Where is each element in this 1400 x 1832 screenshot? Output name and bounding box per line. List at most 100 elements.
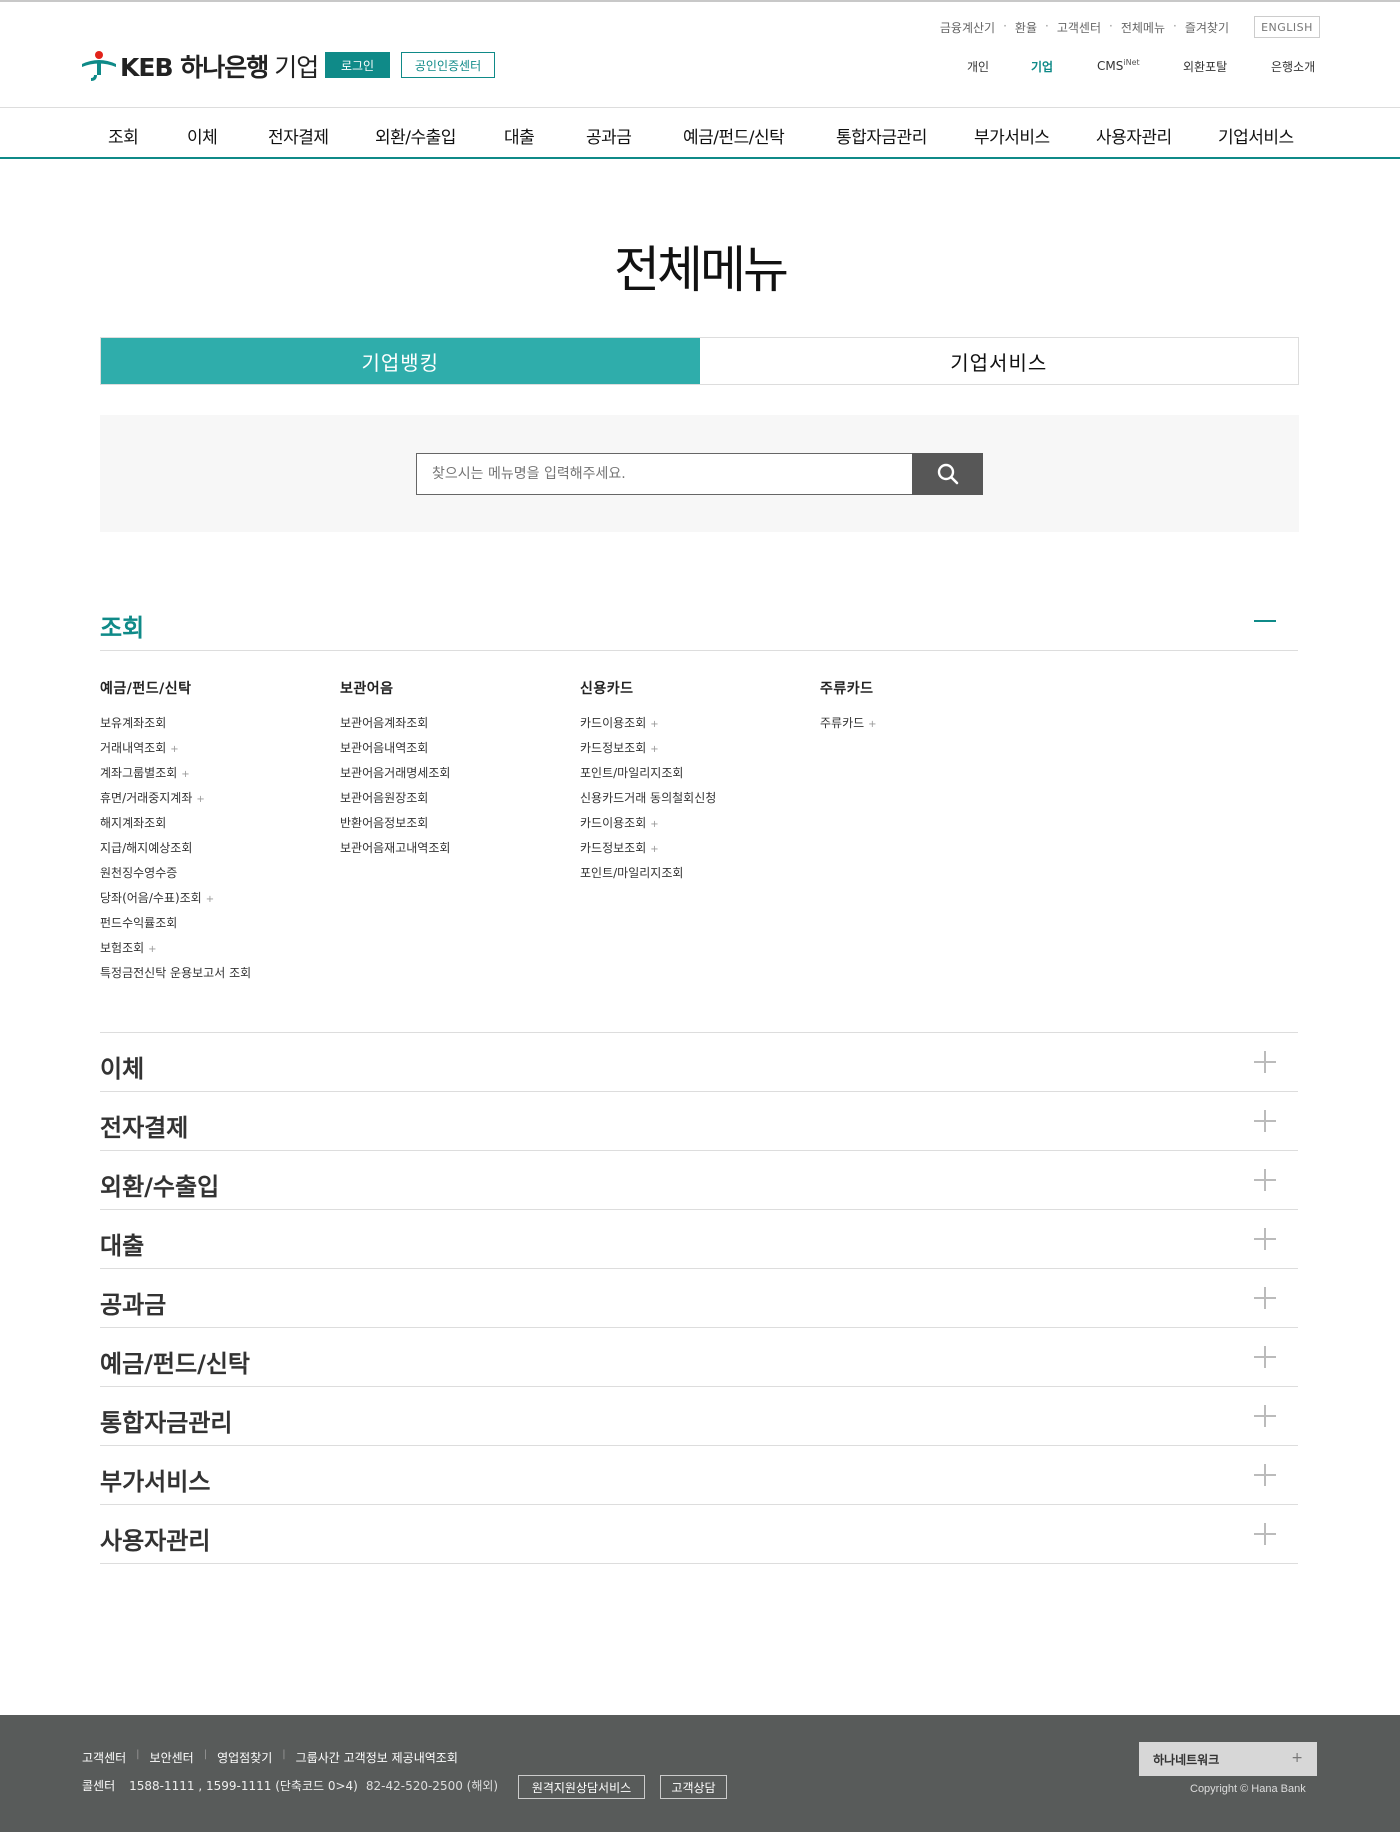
english-button[interactable]: ENGLISH: [1254, 16, 1320, 38]
util-link-all-menu[interactable]: 전체메뉴: [1113, 19, 1173, 36]
segment-cms[interactable]: CMSiNet: [1097, 58, 1140, 73]
section-header-fx-trade[interactable]: 외환/수출입: [100, 1151, 1298, 1210]
expand-icon[interactable]: [1254, 1169, 1276, 1191]
list-item[interactable]: 포인트/마일리지조회: [580, 764, 820, 789]
expand-plus-icon[interactable]: +: [196, 794, 204, 805]
expand-plus-icon[interactable]: +: [170, 744, 178, 755]
tab-corporate-banking[interactable]: 기업뱅킹: [101, 338, 700, 384]
list-item[interactable]: 펀드수익률조회: [100, 914, 340, 939]
section-header-loan[interactable]: 대출: [100, 1210, 1298, 1269]
list-item[interactable]: 카드이용조회 +: [580, 814, 820, 839]
nav-item-deposit-fund[interactable]: 예금/펀드/신탁: [683, 123, 785, 148]
list-item[interactable]: 거래내역조회 +: [100, 739, 340, 764]
util-link-favorites[interactable]: 즐겨찾기: [1177, 19, 1237, 36]
list-item[interactable]: 지급/해지예상조회: [100, 839, 340, 864]
list-item[interactable]: 보유계좌조회: [100, 714, 340, 739]
menu-column-credit-card: 신용카드 카드이용조회 + 카드정보조회 + 포인트/마일리지조회 신용카드거래 동…: [580, 678, 820, 889]
nav-item-fx-trade[interactable]: 외환/수출입: [375, 123, 456, 148]
segment-bank-intro[interactable]: 은행소개: [1271, 58, 1315, 75]
expand-icon[interactable]: [1254, 1346, 1276, 1368]
list-item[interactable]: 카드이용조회 +: [580, 714, 820, 739]
util-link-exchange[interactable]: 환율: [1007, 19, 1045, 36]
section-header-transfer[interactable]: 이체: [100, 1033, 1298, 1092]
expand-plus-icon[interactable]: +: [650, 819, 658, 830]
list-item[interactable]: 원천징수영수증: [100, 864, 340, 889]
expand-icon[interactable]: [1254, 1287, 1276, 1309]
section-header-inquiry[interactable]: 조회: [100, 592, 1298, 651]
nav-item-extra-services[interactable]: 부가서비스: [974, 123, 1050, 148]
expand-icon[interactable]: [1254, 1464, 1276, 1486]
menu-search-input[interactable]: [416, 453, 913, 495]
list-item[interactable]: 보관어음내역조회: [340, 739, 580, 764]
expand-plus-icon[interactable]: +: [868, 719, 876, 730]
customer-consult-button[interactable]: 고객상담: [660, 1775, 727, 1799]
list-item[interactable]: 카드정보조회 +: [580, 739, 820, 764]
footer-link-customer-center[interactable]: 고객센터: [82, 1749, 126, 1766]
list-item[interactable]: 보관어음거래명세조회: [340, 764, 580, 789]
nav-item-e-payment[interactable]: 전자결제: [268, 123, 329, 148]
expand-plus-icon[interactable]: +: [650, 844, 658, 855]
util-link-calculator[interactable]: 금융계산기: [932, 19, 1003, 36]
family-site-select[interactable]: 하나네트워크 +: [1139, 1742, 1317, 1776]
nav-item-corporate-services[interactable]: 기업서비스: [1218, 123, 1294, 148]
segment-personal[interactable]: 개인: [967, 58, 989, 75]
section-header-deposit-fund[interactable]: 예금/펀드/신탁: [100, 1328, 1298, 1387]
plus-icon: +: [1291, 1750, 1303, 1766]
copyright: Copyright © Hana Bank: [1190, 1783, 1306, 1795]
expand-icon[interactable]: [1254, 1523, 1276, 1545]
expand-plus-icon[interactable]: +: [650, 744, 658, 755]
expand-icon[interactable]: [1254, 1405, 1276, 1427]
list-item[interactable]: 특정금전신탁 운용보고서 조회: [100, 964, 340, 989]
section-header-extra-services[interactable]: 부가서비스: [100, 1446, 1298, 1505]
expand-icon[interactable]: [1254, 1110, 1276, 1132]
column-heading: 예금/펀드/신탁: [100, 681, 192, 697]
section-header-public-fees[interactable]: 공과금: [100, 1269, 1298, 1328]
collapse-icon[interactable]: [1254, 610, 1276, 632]
expand-plus-icon[interactable]: +: [148, 944, 156, 955]
nav-item-user-management[interactable]: 사용자관리: [1096, 123, 1172, 148]
nav-item-inquiry[interactable]: 조회: [108, 123, 139, 148]
nav-item-transfer[interactable]: 이체: [187, 123, 218, 148]
list-item[interactable]: 보관어음재고내역조회: [340, 839, 580, 864]
expand-icon[interactable]: [1254, 1228, 1276, 1250]
list-item[interactable]: 보관어음계좌조회: [340, 714, 580, 739]
expand-plus-icon[interactable]: +: [206, 894, 214, 905]
tab-corporate-services[interactable]: 기업서비스: [699, 338, 1298, 384]
footer-separator: |: [136, 1749, 140, 1760]
list-item[interactable]: 주류카드 +: [820, 714, 1060, 739]
util-link-customer-center[interactable]: 고객센터: [1049, 19, 1109, 36]
utility-links: 금융계산기 · 환율 · 고객센터 · 전체메뉴 · 즐겨찾기: [932, 19, 1237, 36]
list-item[interactable]: 해지계좌조회: [100, 814, 340, 839]
section-title: 대출: [100, 1232, 145, 1260]
section-header-cash-management[interactable]: 통합자금관리: [100, 1387, 1298, 1446]
remote-support-button[interactable]: 원격지원상담서비스: [518, 1775, 645, 1799]
search-button[interactable]: [912, 453, 983, 495]
list-item[interactable]: 신용카드거래 동의철회신청: [580, 789, 820, 814]
expand-plus-icon[interactable]: +: [650, 719, 658, 730]
footer-link-group-info[interactable]: 그룹사간 고객정보 제공내역조회: [296, 1749, 458, 1766]
section-title: 부가서비스: [100, 1468, 211, 1496]
list-item[interactable]: 포인트/마일리지조회: [580, 864, 820, 889]
list-item[interactable]: 보험조회 +: [100, 939, 340, 964]
footer-link-branch-finder[interactable]: 영업점찾기: [217, 1749, 272, 1766]
list-item[interactable]: 당좌(어음/수표)조회 +: [100, 889, 340, 914]
list-item[interactable]: 카드정보조회 +: [580, 839, 820, 864]
section-header-e-payment[interactable]: 전자결제: [100, 1092, 1298, 1151]
segment-corporate[interactable]: 기업: [1031, 58, 1053, 75]
list-item[interactable]: 반환어음정보조회: [340, 814, 580, 839]
top-border: [0, 0, 1400, 2]
list-item[interactable]: 계좌그룹별조회 +: [100, 764, 340, 789]
section-header-user-management[interactable]: 사용자관리: [100, 1505, 1298, 1564]
column-heading: 신용카드: [580, 681, 634, 697]
list-item[interactable]: 휴면/거래중지계좌 +: [100, 789, 340, 814]
segment-fx-portal[interactable]: 외환포탈: [1183, 58, 1227, 75]
nav-item-cash-management[interactable]: 통합자금관리: [836, 123, 927, 148]
footer-link-security-center[interactable]: 보안센터: [150, 1749, 194, 1766]
section-title: 이체: [100, 1055, 145, 1083]
expand-plus-icon[interactable]: +: [181, 769, 189, 780]
list-item[interactable]: 보관어음원장조회: [340, 789, 580, 814]
nav-item-loan[interactable]: 대출: [504, 123, 535, 148]
nav-item-public-fees[interactable]: 공과금: [586, 123, 632, 148]
expand-icon[interactable]: [1254, 1051, 1276, 1073]
segment-cms-label: CMS: [1097, 59, 1124, 73]
